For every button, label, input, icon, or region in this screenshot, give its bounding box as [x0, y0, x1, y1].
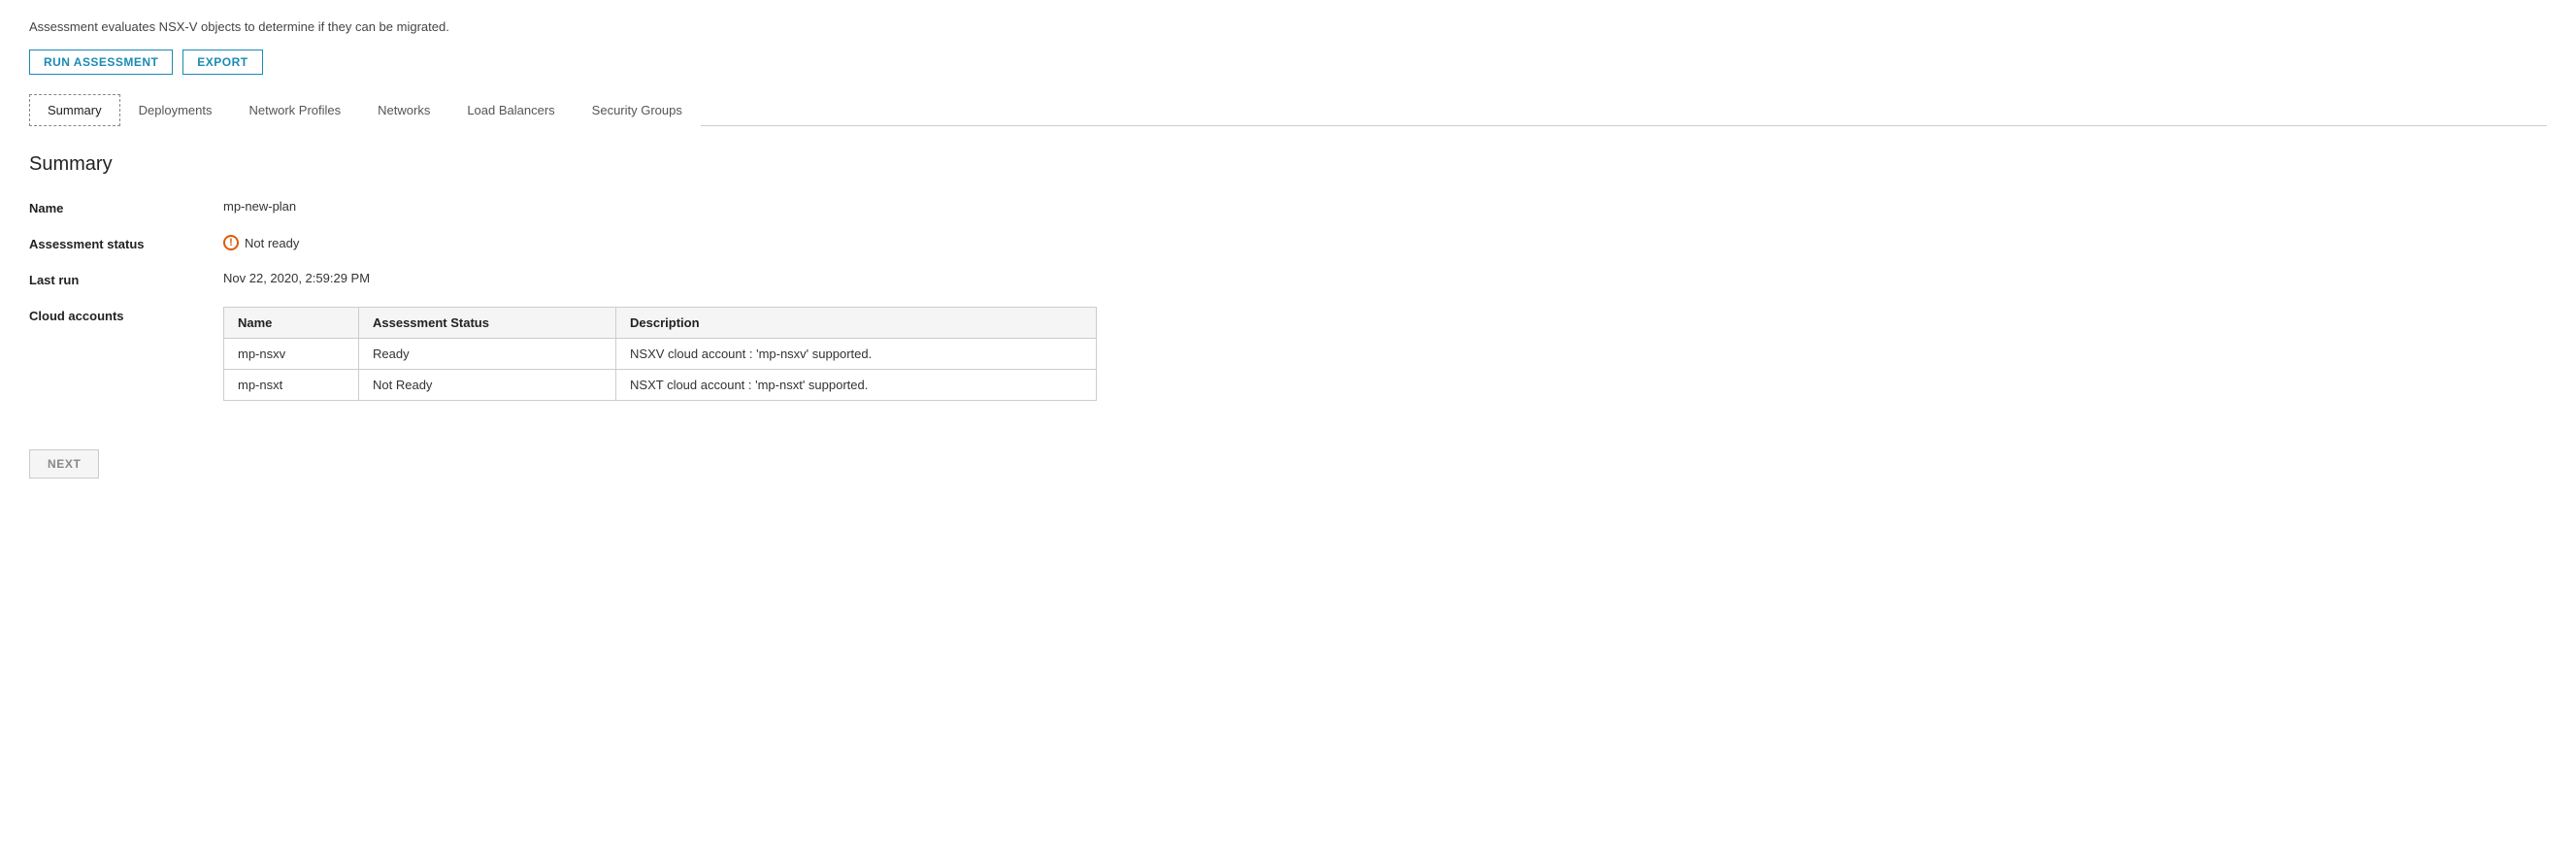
- name-value: mp-new-plan: [223, 199, 296, 214]
- table-header: NameAssessment StatusDescription: [224, 308, 1097, 339]
- name-field-row: Name mp-new-plan: [29, 199, 2547, 215]
- cloud-accounts-field-row: Cloud accounts NameAssessment StatusDesc…: [29, 307, 2547, 401]
- table-row: mp-nsxvReadyNSXV cloud account : 'mp-nsx…: [224, 339, 1097, 370]
- status-label: Assessment status: [29, 235, 223, 251]
- last-run-label: Last run: [29, 271, 223, 287]
- tab-summary[interactable]: Summary: [29, 94, 120, 126]
- status-text: Not ready: [245, 236, 299, 250]
- not-ready-icon: !: [223, 235, 239, 250]
- table-cell-description: NSXT cloud account : 'mp-nsxt' supported…: [616, 370, 1097, 401]
- run-assessment-button[interactable]: RUN ASSESSMENT: [29, 50, 173, 75]
- table-col-header: Name: [224, 308, 359, 339]
- cloud-accounts-table-container: NameAssessment StatusDescription mp-nsxv…: [223, 307, 1097, 401]
- cloud-accounts-label: Cloud accounts: [29, 307, 223, 323]
- table-cell-assessment_status: Not Ready: [359, 370, 616, 401]
- toolbar: RUN ASSESSMENT EXPORT: [29, 50, 2547, 75]
- status-value: ! Not ready: [223, 235, 299, 250]
- next-button[interactable]: NEXT: [29, 449, 99, 479]
- status-field-row: Assessment status ! Not ready: [29, 235, 2547, 251]
- last-run-value: Nov 22, 2020, 2:59:29 PM: [223, 271, 370, 285]
- table-row: mp-nsxtNot ReadyNSXT cloud account : 'mp…: [224, 370, 1097, 401]
- table-cell-name: mp-nsxv: [224, 339, 359, 370]
- last-run-field-row: Last run Nov 22, 2020, 2:59:29 PM: [29, 271, 2547, 287]
- name-label: Name: [29, 199, 223, 215]
- tab-security-groups[interactable]: Security Groups: [574, 94, 701, 126]
- tab-networks[interactable]: Networks: [359, 94, 448, 126]
- table-cell-name: mp-nsxt: [224, 370, 359, 401]
- tab-deployments[interactable]: Deployments: [120, 94, 231, 126]
- export-button[interactable]: EXPORT: [182, 50, 262, 75]
- table-cell-description: NSXV cloud account : 'mp-nsxv' supported…: [616, 339, 1097, 370]
- table-col-header: Assessment Status: [359, 308, 616, 339]
- tab-load-balancers[interactable]: Load Balancers: [448, 94, 573, 126]
- section-title: Summary: [29, 153, 2547, 176]
- table-col-header: Description: [616, 308, 1097, 339]
- tab-bar: SummaryDeploymentsNetwork ProfilesNetwor…: [29, 94, 2547, 126]
- tab-network-profiles[interactable]: Network Profiles: [231, 94, 360, 126]
- cloud-accounts-table: NameAssessment StatusDescription mp-nsxv…: [223, 307, 1097, 401]
- page-description: Assessment evaluates NSX-V objects to de…: [29, 19, 2547, 34]
- table-cell-assessment_status: Ready: [359, 339, 616, 370]
- table-body: mp-nsxvReadyNSXV cloud account : 'mp-nsx…: [224, 339, 1097, 401]
